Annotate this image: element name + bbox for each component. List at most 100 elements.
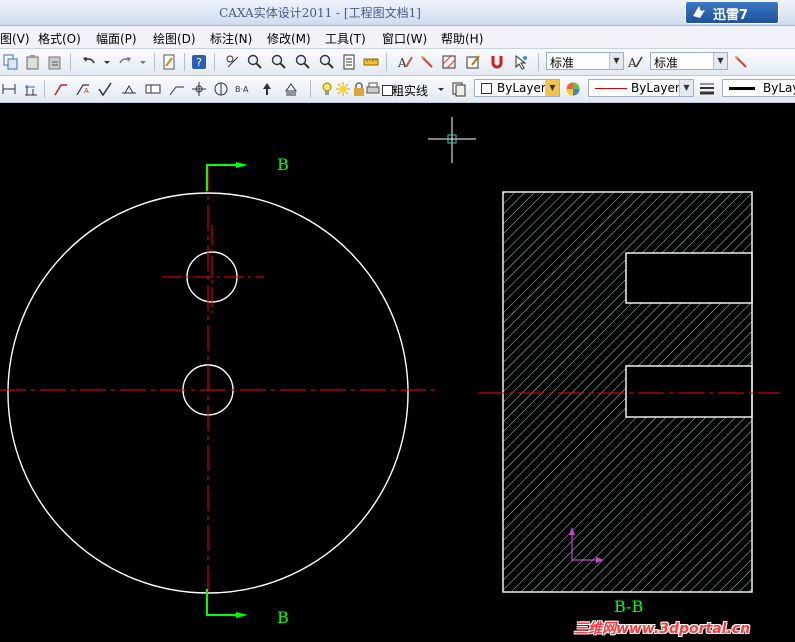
angle-icon: A: [76, 84, 89, 96]
current-layer-label[interactable]: 粗实线: [392, 82, 428, 99]
menu-format[interactable]: 格式(O): [38, 30, 81, 47]
layer-manager-button[interactable]: [450, 80, 468, 98]
magnifier-icon: [247, 54, 262, 69]
text-style-value: 标准: [550, 56, 575, 70]
chamfer-button[interactable]: [52, 80, 70, 98]
brush-button[interactable]: [418, 53, 436, 71]
color-value: ByLayer: [497, 81, 546, 95]
properties-button[interactable]: [340, 53, 358, 71]
surface-roughness-button[interactable]: [96, 80, 114, 98]
layer-dropdown[interactable]: [432, 80, 450, 98]
section-view-label: B-B: [614, 597, 644, 616]
tolerance-frame-icon: [145, 84, 161, 94]
center-hole-button[interactable]: [190, 80, 208, 98]
select-filter-button[interactable]: [512, 53, 530, 71]
dimension-ba-button[interactable]: B·A: [234, 80, 252, 98]
zoom-window-button[interactable]: [246, 53, 264, 71]
magnifier-icon: [319, 54, 334, 69]
dimension-horizontal-button[interactable]: [0, 80, 18, 98]
drawing-svg: [0, 117, 780, 618]
upper-slot: [625, 252, 753, 304]
svg-text:B·A: B·A: [235, 85, 249, 94]
text-tool-button[interactable]: A: [396, 53, 414, 71]
note-icon: [285, 83, 297, 96]
undo-dropdown[interactable]: [98, 53, 116, 71]
layer-print-button[interactable]: [364, 80, 382, 98]
menu-dimension[interactable]: 标注(N): [210, 30, 252, 47]
tolerance-frame-button[interactable]: [144, 80, 162, 98]
redo-dropdown[interactable]: [134, 53, 152, 71]
chevron-down-icon: [140, 61, 146, 64]
dimension-text-icon: B·A: [235, 85, 249, 94]
text-style-select[interactable]: 标准 ▼: [546, 52, 624, 70]
dimension-style-button[interactable]: A: [626, 53, 644, 71]
lower-slot: [625, 365, 753, 418]
color-wheel-icon: [566, 82, 580, 96]
color-palette-button[interactable]: [564, 80, 582, 98]
chevron-down-icon: ▼: [679, 80, 693, 96]
section-arrow-top: [236, 162, 248, 168]
datum-button[interactable]: [212, 80, 230, 98]
tech-note-button[interactable]: [282, 80, 300, 98]
dimension-base-button[interactable]: [22, 80, 40, 98]
menu-sheet[interactable]: 幅面(P): [96, 30, 137, 47]
hatch-button[interactable]: [440, 53, 458, 71]
menu-draw[interactable]: 绘图(D): [153, 30, 196, 47]
snap-magnet-button[interactable]: [488, 53, 506, 71]
dimension-style-select[interactable]: 标准 ▼: [650, 52, 728, 70]
zoom-previous-button[interactable]: [318, 53, 336, 71]
svg-text:A: A: [397, 56, 407, 70]
paste-special-button[interactable]: [46, 53, 64, 71]
color-select[interactable]: ByLayer ▼: [474, 79, 560, 97]
redraw-button[interactable]: [224, 53, 242, 71]
menu-modify[interactable]: 修改(M): [267, 30, 311, 47]
color-swatch: [481, 83, 492, 94]
arrow-up-button[interactable]: [258, 80, 276, 98]
edit-pencil-icon: [466, 55, 480, 69]
menu-window[interactable]: 窗口(W): [382, 30, 427, 47]
redo-button[interactable]: [116, 53, 134, 71]
angle-dimension-button[interactable]: A: [74, 80, 92, 98]
properties-sheet-icon: [343, 54, 355, 70]
zoom-all-button[interactable]: [270, 53, 288, 71]
datum-icon: [214, 82, 228, 96]
paste-button[interactable]: [24, 53, 42, 71]
leader-button[interactable]: [168, 80, 186, 98]
redraw-icon: [226, 55, 239, 68]
dimension-brush-button[interactable]: [732, 53, 750, 71]
roughness-check-icon: [98, 82, 112, 97]
lineweight-select[interactable]: ByLayer: [722, 79, 795, 97]
linetype-sample: [595, 88, 627, 89]
drawing-canvas[interactable]: B B B-B: [0, 103, 795, 639]
help-button[interactable]: ?: [190, 53, 208, 71]
xunlei-badge[interactable]: 迅雷7: [685, 1, 779, 24]
lineweight-button[interactable]: [698, 80, 716, 98]
weld-symbol-button[interactable]: [120, 80, 138, 98]
edit-text-button[interactable]: [464, 53, 482, 71]
cursor-filter-icon: [515, 54, 527, 70]
dimension-icon: [2, 84, 16, 94]
menu-view[interactable]: 图(V): [0, 30, 30, 47]
menu-tools[interactable]: 工具(T): [325, 30, 366, 47]
text-a-pen-icon: A: [627, 56, 643, 70]
linetype-value: ByLayer: [631, 81, 680, 95]
edit-document-button[interactable]: [160, 53, 178, 71]
section-arrow-bottom: [236, 612, 248, 618]
measure-button[interactable]: [362, 53, 380, 71]
linetype-select[interactable]: ByLayer ▼: [588, 79, 694, 97]
clipboard-icon: [26, 55, 39, 70]
svg-text:A: A: [627, 56, 637, 70]
menu-help[interactable]: 帮助(H): [441, 30, 483, 47]
copy-button[interactable]: [2, 53, 20, 71]
center-mark-icon: [192, 82, 206, 96]
section-label-top: B: [277, 155, 289, 174]
sun-icon: [336, 82, 350, 96]
section-marker-top: [206, 164, 236, 191]
copy-icon: [3, 54, 18, 70]
zoom-dynamic-button[interactable]: [294, 53, 312, 71]
text-a-pen-icon: A: [397, 56, 413, 70]
magnet-icon: [491, 56, 503, 69]
undo-button[interactable]: [80, 53, 98, 71]
magnifier-icon: [271, 54, 286, 69]
chevron-down-icon: [104, 61, 110, 64]
